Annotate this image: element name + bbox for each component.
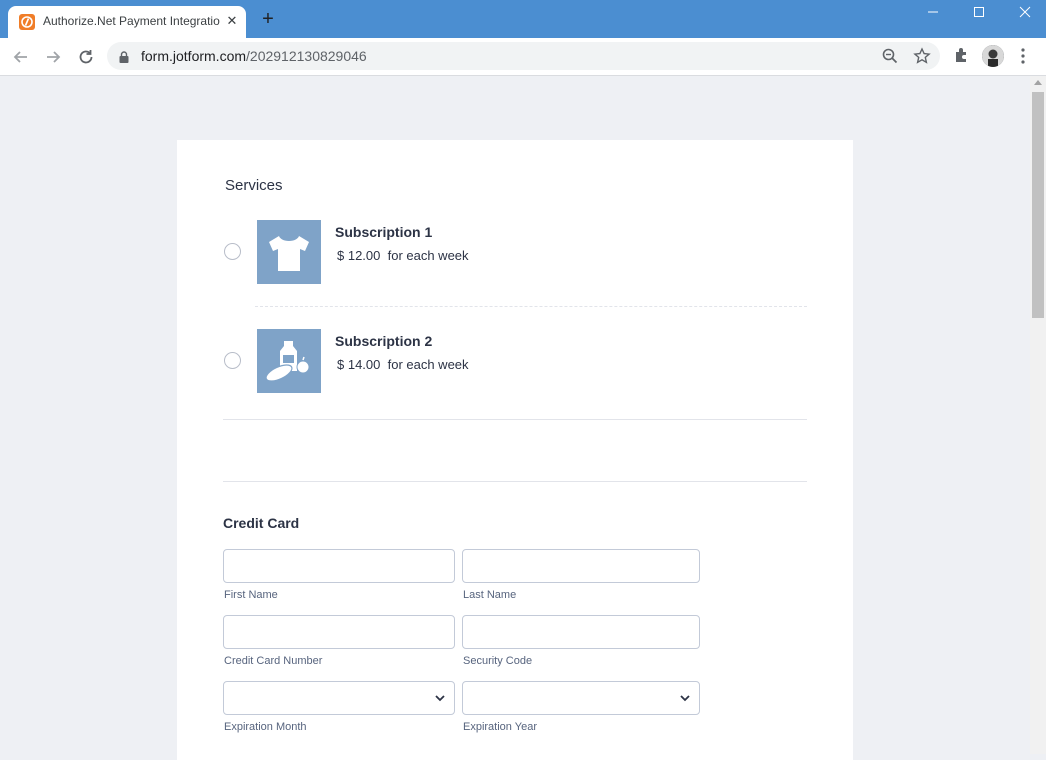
bookmark-star-icon[interactable]: [913, 47, 931, 70]
product-price: $ 12.00 for each week: [337, 248, 469, 263]
tshirt-icon: [257, 220, 321, 284]
url-text: form.jotform.com/202912130829046: [141, 48, 367, 64]
expiration-month-select[interactable]: [223, 681, 455, 715]
product-radio[interactable]: [224, 352, 241, 369]
first-name-input[interactable]: [224, 550, 458, 584]
expiration-year-label: Expiration Year: [463, 721, 537, 733]
credit-card-heading: Credit Card: [223, 515, 300, 531]
services-label: Services: [225, 177, 283, 194]
product-price: $ 14.00 for each week: [337, 357, 469, 372]
groceries-icon: [257, 329, 321, 393]
tab-bar: Authorize.Net Payment Integratio ✕ +: [0, 0, 1046, 38]
url-bar[interactable]: form.jotform.com/202912130829046: [107, 42, 940, 70]
back-arrow-icon[interactable]: [10, 46, 32, 68]
product-name: Subscription 2: [335, 333, 433, 349]
jotform-favicon-icon: [19, 14, 35, 30]
minimize-icon[interactable]: [921, 4, 945, 20]
scroll-thumb[interactable]: [1032, 92, 1044, 318]
product-item[interactable]: Subscription 2 $ 14.00 for each week: [223, 329, 823, 393]
profile-avatar[interactable]: [982, 45, 1004, 67]
card-number-label: Credit Card Number: [224, 655, 323, 667]
first-name-field[interactable]: [223, 549, 458, 584]
chevron-down-icon: [680, 695, 690, 702]
more-menu-icon[interactable]: [1020, 47, 1026, 70]
browser-tab[interactable]: Authorize.Net Payment Integratio ✕: [8, 6, 246, 38]
section-divider: [223, 419, 807, 420]
card-number-input[interactable]: [224, 616, 458, 650]
form-card: Services Subscription 1 $ 12.00 for each…: [177, 140, 853, 760]
maximize-icon[interactable]: [967, 4, 991, 20]
section-divider: [223, 481, 807, 482]
page-scrollbar[interactable]: [1030, 76, 1046, 754]
window-close-icon[interactable]: [1013, 4, 1037, 20]
security-code-input[interactable]: [463, 616, 703, 650]
zoom-icon[interactable]: [881, 47, 899, 70]
url-path: /202912130829046: [246, 48, 367, 64]
product-item[interactable]: Subscription 1 $ 12.00 for each week: [223, 220, 823, 284]
product-name: Subscription 1: [335, 224, 433, 240]
last-name-input[interactable]: [463, 550, 703, 584]
expiration-year-select[interactable]: [462, 681, 700, 715]
first-name-label: First Name: [224, 589, 278, 601]
new-tab-button[interactable]: +: [258, 9, 278, 29]
tab-close-icon[interactable]: ✕: [224, 13, 240, 29]
extensions-puzzle-icon[interactable]: [953, 46, 971, 69]
product-divider: [255, 306, 807, 307]
security-code-label: Security Code: [463, 655, 533, 667]
card-number-field[interactable]: [223, 615, 458, 650]
page-viewport: Services Subscription 1 $ 12.00 for each…: [0, 76, 1030, 760]
scroll-up-arrow-icon[interactable]: [1034, 80, 1042, 85]
chevron-down-icon: [435, 695, 445, 702]
forward-arrow-icon[interactable]: [42, 46, 64, 68]
last-name-field[interactable]: [462, 549, 703, 584]
lock-icon: [119, 50, 129, 68]
last-name-label: Last Name: [463, 589, 517, 601]
tab-title: Authorize.Net Payment Integratio: [43, 14, 220, 28]
expiration-month-label: Expiration Month: [224, 721, 307, 733]
url-host: form.jotform.com: [141, 48, 247, 64]
product-radio[interactable]: [224, 243, 241, 260]
security-code-field[interactable]: [462, 615, 703, 650]
address-bar: form.jotform.com/202912130829046: [0, 38, 1046, 76]
reload-icon[interactable]: [75, 46, 97, 68]
